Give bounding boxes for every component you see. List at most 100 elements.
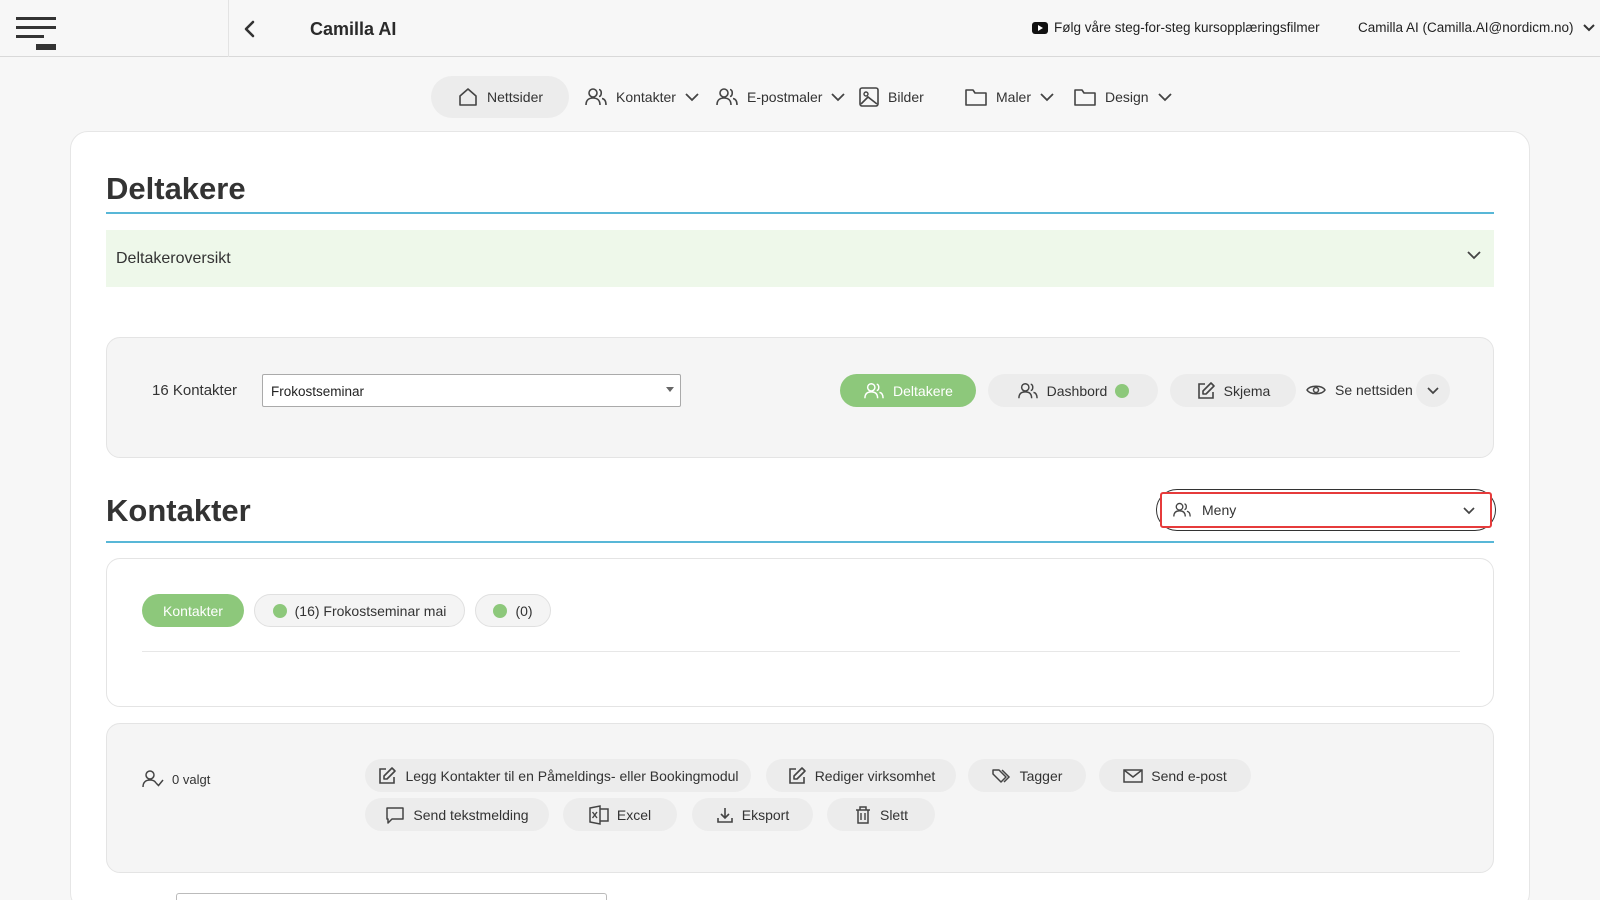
menu-toggle-icon[interactable] xyxy=(14,14,60,54)
users-icon xyxy=(1172,501,1192,519)
nav-maler[interactable]: Maler xyxy=(960,76,1059,118)
deltakere-button[interactable]: Deltakere xyxy=(840,374,976,407)
nav-label: Bilder xyxy=(888,89,924,105)
section-title-deltakere: Deltakere xyxy=(106,171,246,206)
deltakere-button-label: Deltakere xyxy=(893,382,953,399)
chevron-down-icon xyxy=(1462,506,1476,515)
edit-icon xyxy=(787,766,807,786)
nav-bilder[interactable]: Bilder xyxy=(854,76,928,118)
tutorial-link[interactable]: Følg våre steg-for-steg kursopplæringsfi… xyxy=(1032,20,1320,35)
filter-panel xyxy=(106,558,1494,707)
users-icon xyxy=(863,381,885,401)
export-button[interactable]: Eksport xyxy=(692,798,813,831)
add-to-module-button[interactable]: Legg Kontakter til en Påmeldings- eller … xyxy=(365,759,751,792)
folder-icon xyxy=(1073,87,1097,107)
excel-icon xyxy=(589,804,609,825)
accordion-label: Deltakeroversikt xyxy=(116,249,231,267)
nav-label: Design xyxy=(1105,89,1149,105)
filter-divider xyxy=(142,651,1460,652)
youtube-icon xyxy=(1032,21,1048,34)
send-email-button[interactable]: Send e-post xyxy=(1099,759,1251,792)
delete-label: Slett xyxy=(879,806,908,823)
more-options-button[interactable] xyxy=(1416,374,1450,407)
nav-label: Nettsider xyxy=(487,89,544,105)
contact-count: 16 Kontakter xyxy=(152,382,238,399)
main-nav: Nettsider Kontakter E-postmaler Bilder M… xyxy=(0,76,1600,118)
section-title-kontakter: Kontakter xyxy=(106,493,251,528)
nav-label: Kontakter xyxy=(616,89,676,105)
chevron-down-icon xyxy=(1426,386,1440,395)
export-label: Eksport xyxy=(741,806,790,823)
nav-epostmaler[interactable]: E-postmaler xyxy=(711,76,850,118)
nav-label: Maler xyxy=(996,89,1032,105)
filter-group-label: (0) xyxy=(515,602,533,619)
edit-company-label: Rediger virksomhet xyxy=(814,767,936,784)
users-icon xyxy=(584,86,608,108)
caret-down-icon xyxy=(666,387,674,392)
filter-kontakter[interactable]: Kontakter xyxy=(142,594,244,627)
mail-icon xyxy=(1123,768,1143,784)
send-sms-button[interactable]: Send tekstmelding xyxy=(365,798,549,831)
tag-icon xyxy=(991,768,1012,784)
message-icon xyxy=(385,806,405,824)
filter-group-label: (16) Frokostseminar mai xyxy=(294,602,447,619)
app-title: Camilla AI xyxy=(310,19,397,39)
status-dot xyxy=(1115,383,1130,398)
top-bar: Camilla AI Følg våre steg-for-steg kurso… xyxy=(0,0,1600,57)
excel-button[interactable]: Excel xyxy=(563,798,677,831)
nav-nettsider[interactable]: Nettsider xyxy=(431,76,570,118)
section-underline xyxy=(106,212,1494,214)
eye-icon xyxy=(1306,383,1326,397)
users-icon xyxy=(715,86,739,108)
nav-kontakter[interactable]: Kontakter xyxy=(580,76,704,118)
meny-dropdown[interactable]: Meny xyxy=(1160,492,1492,528)
send-sms-label: Send tekstmelding xyxy=(413,806,529,823)
se-nettsiden-label: Se nettsiden xyxy=(1335,382,1413,398)
status-dot xyxy=(493,603,508,618)
tutorial-link-label: Følg våre steg-for-steg kursopplæringsfi… xyxy=(1054,20,1320,35)
send-email-label: Send e-post xyxy=(1151,767,1227,784)
status-dot xyxy=(272,603,287,618)
section-underline xyxy=(106,541,1494,543)
home-icon xyxy=(457,86,479,108)
tags-label: Tagger xyxy=(1019,767,1063,784)
event-select-value: Frokostseminar xyxy=(271,384,365,399)
chevron-down-icon xyxy=(1582,23,1596,33)
filter-group-frokostseminar[interactable]: (16) Frokostseminar mai xyxy=(254,594,465,627)
users-icon xyxy=(1017,381,1039,401)
chevron-down-icon xyxy=(684,92,700,102)
excel-label: Excel xyxy=(616,806,652,823)
chevron-down-icon xyxy=(1466,250,1482,260)
image-icon xyxy=(858,86,880,108)
filter-group-empty[interactable]: (0) xyxy=(475,594,551,627)
se-nettsiden-link[interactable]: Se nettsiden xyxy=(1306,382,1413,398)
header-divider xyxy=(228,0,229,57)
add-to-module-label: Legg Kontakter til en Påmeldings- eller … xyxy=(405,767,739,784)
accordion-deltakeroversikt[interactable]: Deltakeroversikt xyxy=(106,230,1494,287)
trash-icon xyxy=(854,805,872,825)
dashbord-button[interactable]: Dashbord xyxy=(988,374,1158,407)
skjema-button[interactable]: Skjema xyxy=(1170,374,1296,407)
edit-company-button[interactable]: Rediger virksomhet xyxy=(766,759,956,792)
selection-count: 0 valgt xyxy=(172,771,211,787)
download-icon xyxy=(716,806,734,824)
selection-status: 0 valgt xyxy=(142,769,210,789)
user-name: Camilla AI (Camilla.AI@nordicm.no) xyxy=(1358,20,1574,35)
dashbord-button-label: Dashbord xyxy=(1046,382,1108,399)
nav-design[interactable]: Design xyxy=(1069,76,1177,118)
tags-button[interactable]: Tagger xyxy=(968,759,1086,792)
filter-kontakter-label: Kontakter xyxy=(163,602,223,619)
folder-icon xyxy=(964,87,988,107)
chevron-down-icon xyxy=(830,92,846,102)
user-menu[interactable]: Camilla AI (Camilla.AI@nordicm.no) xyxy=(1358,20,1596,35)
chevron-down-icon xyxy=(1157,92,1173,102)
nav-label: E-postmaler xyxy=(747,89,823,105)
skjema-button-label: Skjema xyxy=(1223,382,1271,399)
search-input-partial[interactable] xyxy=(176,893,607,900)
user-check-icon xyxy=(142,769,164,789)
back-arrow-icon[interactable] xyxy=(240,18,260,40)
meny-label: Meny xyxy=(1202,502,1237,518)
delete-button[interactable]: Slett xyxy=(827,798,935,831)
edit-icon xyxy=(1196,381,1216,401)
event-select[interactable]: Frokostseminar xyxy=(262,374,681,407)
